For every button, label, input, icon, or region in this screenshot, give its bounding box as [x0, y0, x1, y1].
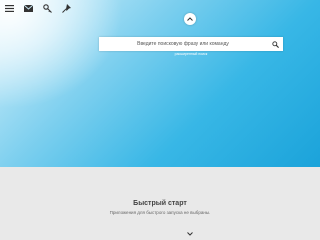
search-button[interactable]	[270, 39, 280, 49]
mail-icon[interactable]	[23, 3, 33, 13]
search-icon	[271, 40, 279, 48]
search-box	[99, 37, 283, 51]
chevron-up-icon	[187, 17, 193, 21]
quick-start-panel: Быстрый старт Приложения для быстрого за…	[0, 167, 320, 240]
top-toolbar	[4, 3, 71, 13]
hero-background: расширенный поиск	[0, 0, 320, 167]
quick-start-title: Быстрый старт	[133, 200, 187, 207]
chevron-down-icon	[187, 232, 193, 236]
pin-icon[interactable]	[61, 3, 71, 13]
collapse-logo-button[interactable]	[184, 13, 196, 25]
search-input[interactable]	[99, 37, 267, 51]
key-icon[interactable]	[42, 3, 52, 13]
quick-start-subtitle: Приложения для быстрого запуска не выбра…	[109, 210, 211, 215]
advanced-search-link[interactable]: расширенный поиск	[99, 52, 283, 56]
hamburger-menu-icon[interactable]	[4, 3, 14, 13]
expand-button[interactable]	[186, 231, 194, 237]
